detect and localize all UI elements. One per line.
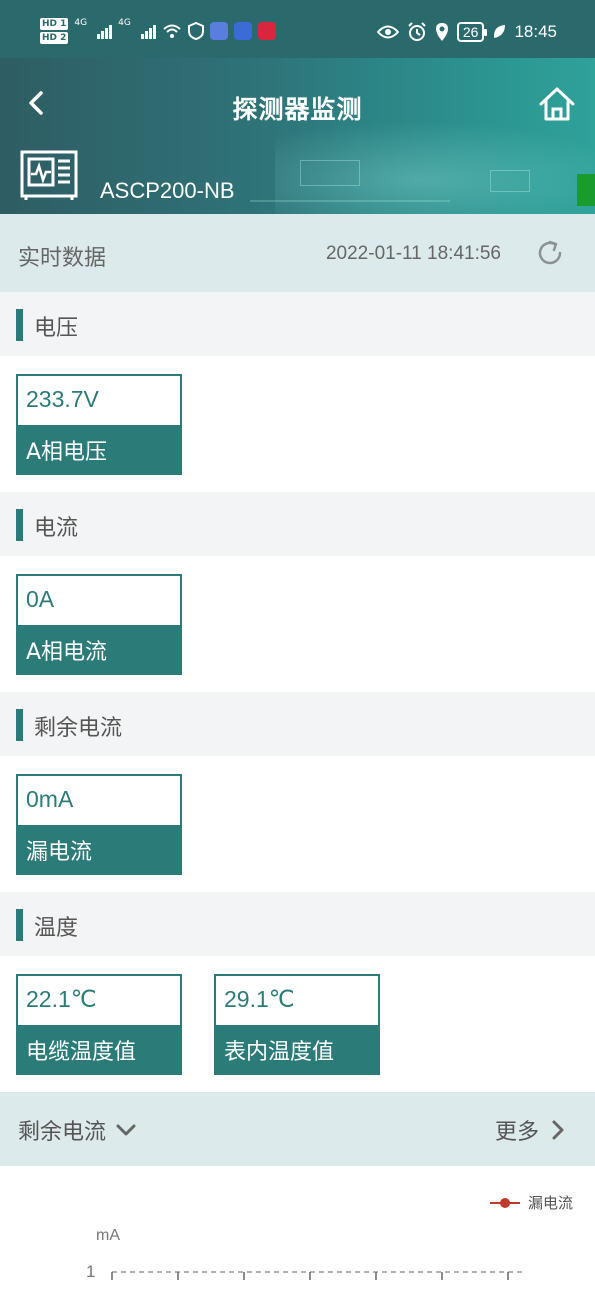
chart-grid [111, 1271, 522, 1280]
section-marker [16, 709, 23, 741]
section-temperature-header: 温度 [0, 892, 595, 956]
residual-card[interactable]: 0mA 漏电流 [16, 774, 182, 875]
header-decoration [300, 160, 360, 186]
network-type-1: 4G [74, 18, 88, 28]
shield-icon [187, 22, 204, 40]
card-label: 漏电流 [18, 825, 180, 873]
wifi-icon [163, 24, 181, 38]
realtime-title: 实时数据 [18, 246, 107, 271]
card-value: 29.1℃ [224, 986, 295, 1012]
section-marker [16, 309, 23, 341]
device-name: ASCP200-NB [100, 178, 235, 203]
status-right: 26 18:45 [376, 22, 557, 42]
nav-bar: 探测器监测 [0, 66, 595, 146]
section-temperature-body: 22.1℃ 电缆温度值 29.1℃ 表内温度值 [0, 956, 595, 1092]
card-value: 0mA [26, 786, 74, 812]
side-tab[interactable] [577, 174, 595, 206]
card-value: 233.7V [26, 386, 99, 412]
status-time: 18:45 [514, 22, 557, 41]
leaf-icon [494, 25, 506, 38]
hd2-badge: HD 2 [40, 32, 69, 44]
section-voltage-body: 233.7V A相电压 [0, 356, 595, 492]
hd-badges: HD 1 HD 2 [40, 18, 69, 44]
monitor-device-icon [20, 150, 78, 200]
section-title: 电流 [34, 516, 79, 541]
card-value: 22.1℃ [26, 986, 97, 1012]
card-label: A相电流 [18, 625, 180, 673]
more-label: 更多 [494, 1120, 539, 1145]
card-label: A相电压 [18, 425, 180, 473]
dropdown-label: 剩余电流 [18, 1120, 107, 1145]
home-button[interactable] [537, 84, 577, 124]
alarm-icon [408, 22, 426, 41]
section-title: 电压 [34, 316, 79, 341]
card-label: 电缆温度值 [18, 1025, 180, 1073]
internal-temperature-card[interactable]: 29.1℃ 表内温度值 [214, 974, 380, 1075]
card-value: 0A [26, 586, 55, 612]
location-icon [435, 23, 448, 41]
voltage-card[interactable]: 233.7V A相电压 [16, 374, 182, 475]
section-marker [16, 909, 23, 941]
battery-icon: 26 [456, 22, 487, 42]
card-label: 表内温度值 [216, 1025, 378, 1073]
header-decoration [490, 170, 530, 192]
app-notification-icon [209, 22, 228, 40]
chart-type-dropdown[interactable]: 剩余电流 [18, 1114, 136, 1146]
chevron-down-icon [116, 1124, 136, 1136]
status-left: HD 1 HD 2 4G 4G [40, 18, 276, 44]
section-current-body: 0A A相电流 [0, 556, 595, 692]
section-residual-body: 0mA 漏电流 [0, 756, 595, 892]
section-title: 剩余电流 [34, 716, 123, 741]
chevron-right-icon [552, 1120, 564, 1140]
signal-icon [97, 23, 113, 39]
network-type-2: 4G [118, 18, 131, 28]
eye-icon [376, 25, 399, 39]
chart-area: 漏电流 mA 1 [0, 1166, 595, 1290]
app-notification-icon [257, 22, 276, 40]
section-residual-header: 剩余电流 [0, 692, 595, 756]
hd1-badge: HD 1 [40, 18, 69, 30]
refresh-icon[interactable] [535, 238, 565, 268]
app-notification-icon [233, 22, 252, 40]
chart-header: 剩余电流 更多 [0, 1092, 595, 1166]
signal-icon [140, 23, 156, 39]
realtime-header: 实时数据 2022-01-11 18:41:56 [0, 214, 595, 292]
current-card[interactable]: 0A A相电流 [16, 574, 182, 675]
section-voltage-header: 电压 [0, 292, 595, 356]
header-decoration [250, 200, 450, 202]
page-title: 探测器监测 [232, 95, 363, 124]
cable-temperature-card[interactable]: 22.1℃ 电缆温度值 [16, 974, 182, 1075]
section-title: 温度 [34, 916, 79, 941]
more-link[interactable]: 更多 [495, 1114, 565, 1146]
app-header: HD 1 HD 2 4G 4G 26 18:45 探测器监测 ASCP200-N… [0, 0, 595, 214]
realtime-timestamp: 2022-01-11 18:41:56 [325, 243, 501, 264]
section-current-header: 电流 [0, 492, 595, 556]
section-marker [16, 509, 23, 541]
